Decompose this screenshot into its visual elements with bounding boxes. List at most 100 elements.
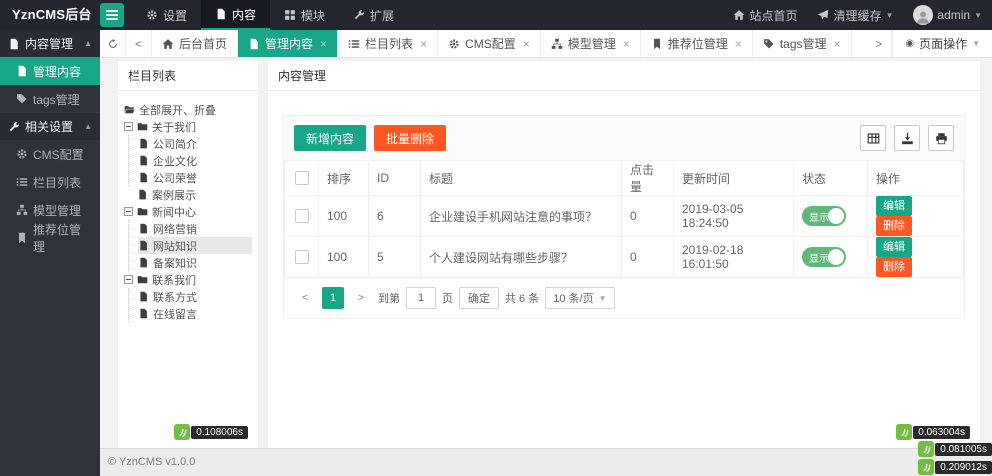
collapse-minus-icon[interactable]	[124, 207, 133, 216]
tab-tags-manage[interactable]: tags管理 ×	[753, 30, 852, 57]
trace-badge[interactable]: 0.063004s	[896, 424, 970, 440]
sidebar-group-content[interactable]: 内容管理 ▲	[0, 30, 100, 57]
sidebar-item-manage-content[interactable]: 管理内容	[0, 57, 100, 85]
trace-time-label: 0.063004s	[913, 425, 970, 439]
delete-button[interactable]: 删除	[876, 257, 912, 277]
tab-label: 栏目列表	[365, 37, 414, 51]
site-home-link[interactable]: 站点首页	[723, 0, 807, 30]
export-button[interactable]	[894, 125, 920, 151]
tab-cms-config[interactable]: CMS配置 ×	[438, 30, 541, 57]
toggle-knob	[828, 249, 844, 265]
delete-button[interactable]: 删除	[876, 216, 912, 236]
tree-toggle-all-link[interactable]: 全部展开、折叠	[124, 101, 252, 118]
sidebar-item-model-manage[interactable]: 模型管理	[0, 196, 100, 224]
tree-node-online-message[interactable]: 在线留言	[138, 305, 252, 322]
sidebar-collapse-button[interactable]	[100, 3, 124, 27]
topnav-label: 内容	[232, 7, 257, 22]
trace-time-label: 0.209012s	[935, 460, 992, 474]
sidebar-item-tags[interactable]: tags管理	[0, 85, 100, 113]
tab-model-manage[interactable]: 模型管理 ×	[541, 30, 641, 57]
tree-node-contact-us[interactable]: 联系我们	[124, 271, 252, 288]
toggle-knob	[828, 208, 844, 224]
sidebar-item-label: 栏目列表	[33, 175, 82, 190]
header-title: 标题	[420, 160, 622, 196]
topnav-item-settings[interactable]: 设置	[132, 0, 201, 30]
tree-node-label: 企业文化	[153, 155, 197, 168]
close-icon[interactable]: ×	[623, 37, 630, 51]
batch-delete-button[interactable]: 批量删除	[374, 125, 447, 151]
sidebar-item-column-list[interactable]: 栏目列表	[0, 168, 100, 196]
tree-node-case-show[interactable]: 案例展示	[124, 186, 252, 203]
tab-column-list[interactable]: 栏目列表 ×	[338, 30, 439, 57]
next-page-button[interactable]: >	[350, 287, 372, 309]
file-icon	[248, 38, 260, 50]
tree-node-about[interactable]: 关于我们	[124, 118, 252, 135]
print-button[interactable]	[928, 125, 954, 151]
tree-node-company-honor[interactable]: 公司荣誉	[138, 169, 252, 186]
tree-node-website-knowledge[interactable]: 网站知识	[138, 237, 252, 254]
tab-manage-content[interactable]: 管理内容 ×	[238, 30, 339, 57]
close-icon[interactable]: ×	[523, 37, 530, 51]
chevron-right-icon: >	[875, 36, 883, 51]
filter-columns-button[interactable]	[860, 125, 886, 151]
edit-button[interactable]: 编辑	[876, 237, 912, 257]
tree-node-contact-way[interactable]: 联系方式	[138, 288, 252, 305]
tree-node-label: 联系我们	[152, 274, 196, 287]
tree-node-network-marketing[interactable]: 网络营销	[138, 220, 252, 237]
row-checkbox[interactable]	[294, 250, 309, 265]
topnav-item-extensions[interactable]: 扩展	[339, 0, 408, 30]
trace-badge[interactable]: 0.209012s	[918, 459, 992, 475]
tree-node-filing-knowledge[interactable]: 备案知识	[138, 254, 252, 271]
tree-node-label: 联系方式	[153, 291, 197, 304]
header-operations: 操作	[867, 160, 964, 196]
goto-page-input[interactable]	[406, 287, 436, 309]
topnav-item-content[interactable]: 内容	[201, 0, 271, 30]
add-content-button[interactable]: 新增内容	[294, 125, 367, 151]
select-all-checkbox[interactable]	[294, 171, 309, 186]
collapse-minus-icon[interactable]	[124, 122, 133, 131]
goto-confirm-button[interactable]: 确定	[459, 287, 499, 309]
scroll-tabs-right-button[interactable]: >	[866, 30, 893, 57]
tab-home[interactable]: 后台首页	[152, 30, 239, 57]
user-icon	[915, 9, 931, 25]
sidebar-item-recommend-manage[interactable]: 推荐位管理	[0, 223, 100, 254]
collapse-minus-icon[interactable]	[124, 275, 133, 284]
current-page-button[interactable]: 1	[322, 287, 344, 309]
status-toggle[interactable]: 显示	[802, 247, 846, 267]
row-checkbox[interactable]	[294, 209, 309, 224]
thinkphp-logo-icon	[918, 441, 935, 457]
prev-page-button[interactable]: <	[294, 287, 316, 309]
trace-badge[interactable]: 0.081005s	[918, 441, 992, 457]
refresh-tab-button[interactable]	[100, 30, 126, 57]
user-menu[interactable]: admin ▼	[903, 0, 992, 30]
tree-node-label: 案例展示	[152, 189, 196, 202]
scroll-tabs-left-button[interactable]: <	[126, 30, 152, 57]
close-icon[interactable]: ×	[420, 37, 427, 51]
topnav-item-modules[interactable]: 模块	[270, 0, 339, 30]
clear-cache-dropdown[interactable]: 清理缓存 ▼	[807, 0, 903, 30]
file-icon	[8, 38, 20, 50]
cell-title: 企业建设手机网站注意的事项？	[420, 195, 622, 237]
cell-id: 5	[368, 236, 421, 278]
close-icon[interactable]: ×	[834, 37, 841, 51]
tag-icon	[763, 38, 775, 50]
close-icon[interactable]: ×	[320, 37, 327, 51]
send-icon	[817, 9, 829, 21]
page-operations-dropdown[interactable]: ◉ 页面操作 ▼	[892, 30, 992, 57]
close-icon[interactable]: ×	[735, 37, 742, 51]
sidebar-item-cms-config[interactable]: CMS配置	[0, 140, 100, 168]
list-icon	[348, 38, 360, 50]
trace-badge[interactable]: 0.108006s	[174, 424, 248, 440]
tab-recommend-manage[interactable]: 推荐位管理 ×	[641, 30, 753, 57]
file-icon	[138, 223, 149, 234]
tag-icon	[16, 93, 28, 105]
sidebar-group-settings[interactable]: 相关设置 ▲	[0, 113, 100, 140]
topnav-label: 扩展	[370, 8, 395, 23]
edit-button[interactable]: 编辑	[876, 196, 912, 216]
thinkphp-logo-icon	[896, 424, 913, 440]
tree-node-news-center[interactable]: 新闻中心	[124, 203, 252, 220]
status-toggle[interactable]: 显示	[802, 206, 846, 226]
tree-node-company-culture[interactable]: 企业文化	[138, 152, 252, 169]
tree-node-company-intro[interactable]: 公司简介	[138, 135, 252, 152]
per-page-select[interactable]: 10 条/页 ▼	[545, 287, 615, 309]
